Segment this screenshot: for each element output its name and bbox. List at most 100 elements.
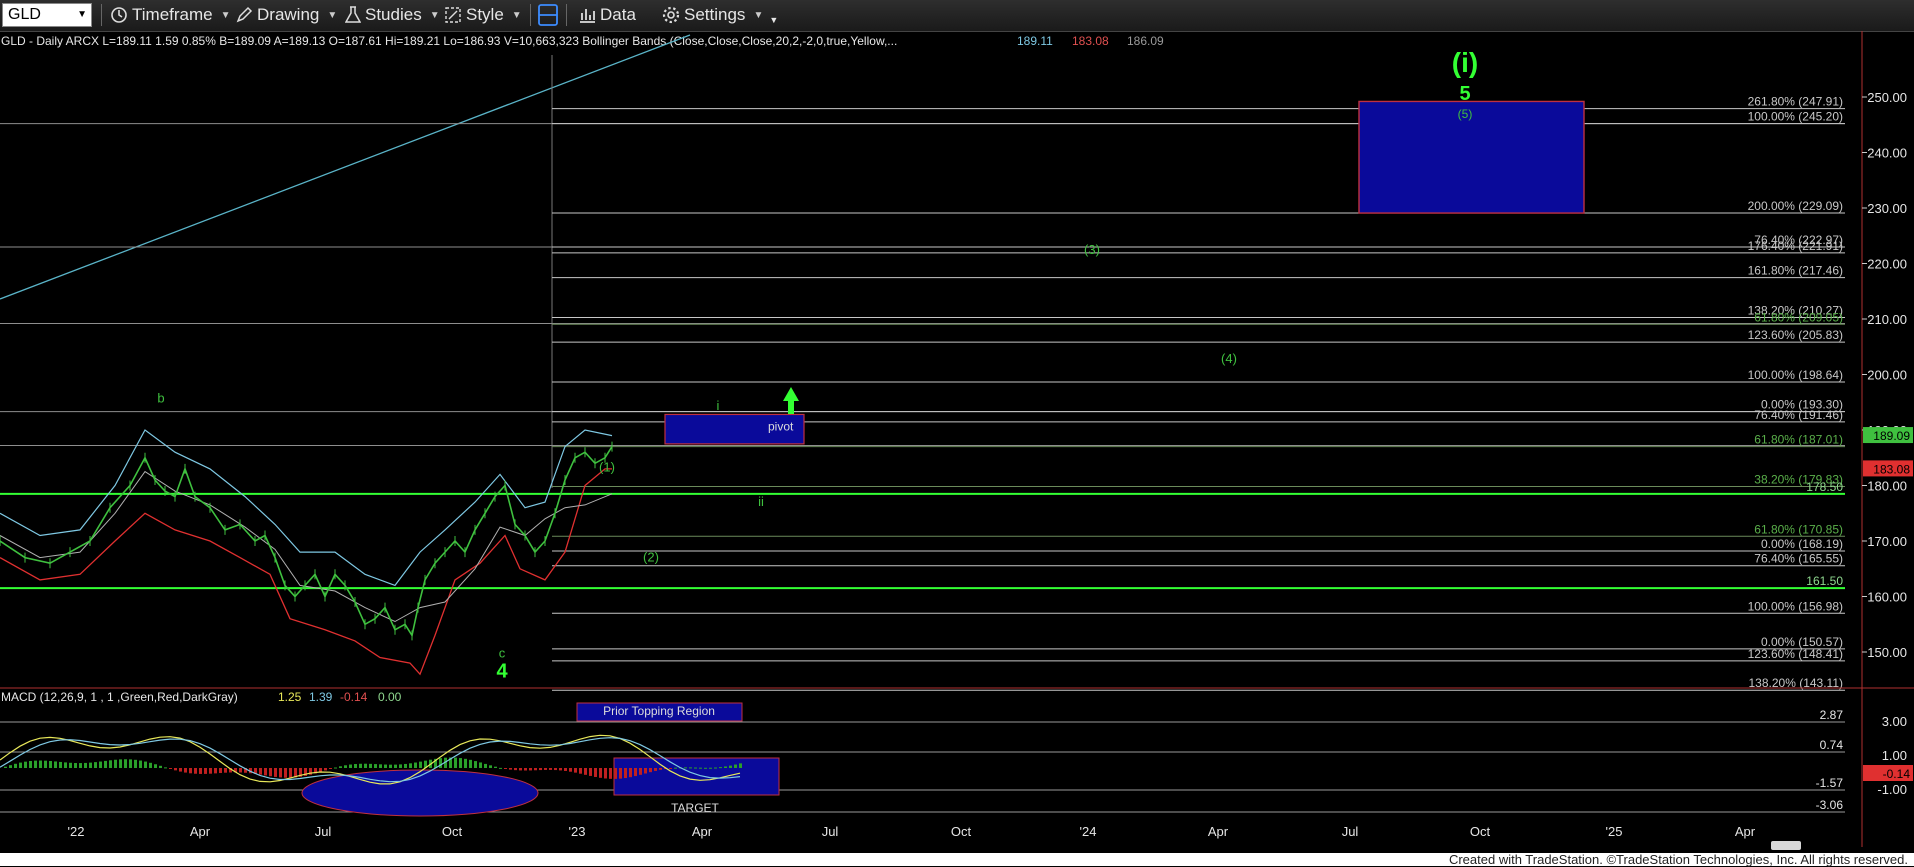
symbol-input[interactable]: GLD ▼	[2, 3, 92, 27]
wave-label: (1)	[599, 460, 615, 475]
data-button[interactable]: Data	[578, 3, 636, 27]
bb-value-text: 189.11	[1017, 34, 1053, 48]
fib-level-label: 261.80% (247.91)	[1748, 95, 1843, 109]
macd-histogram-bar	[499, 767, 502, 769]
symbol-info-text: GLD - Daily ARCX L=189.11 1.59 0.85% B=1…	[1, 34, 897, 48]
studies-button[interactable]: Studies ▼	[345, 3, 440, 27]
macd-histogram-bar	[624, 768, 627, 779]
wave-label: (5)	[1458, 107, 1473, 121]
macd-histogram-bar	[134, 759, 137, 768]
price-chart[interactable]: GLD - Daily ARCX L=189.11 1.59 0.85% B=1…	[0, 31, 1914, 853]
macd-histogram-bar	[669, 768, 672, 769]
style-button[interactable]: Style ▼	[444, 3, 522, 27]
macd-histogram-bar	[689, 767, 692, 769]
macd-histogram-bar	[554, 768, 557, 771]
macd-histogram-bar	[559, 768, 562, 771]
macd-level-label: 2.87	[1820, 708, 1844, 722]
macd-histogram-bar	[349, 764, 352, 768]
chart-toolbar: GLD ▼ Timeframe ▼ Drawing ▼ Studies ▼ St…	[0, 0, 1914, 32]
wave-label: (2)	[643, 550, 659, 565]
target-label: TARGET	[671, 801, 719, 815]
macd-histogram-bar	[379, 764, 382, 768]
x-tick-label: Apr	[1208, 824, 1229, 839]
macd-histogram-bar	[359, 763, 362, 768]
macd-level-label: -1.57	[1816, 776, 1844, 790]
macd-histogram-bar	[149, 762, 152, 768]
fib-level-label: 123.60% (205.83)	[1748, 328, 1843, 342]
macd-histogram-bar	[94, 762, 97, 768]
settings-button[interactable]: Settings ▼ ▼	[662, 3, 778, 27]
macd-histogram-bar	[739, 763, 742, 768]
macd-histogram-bar	[699, 767, 702, 769]
bollinger-lower-band	[0, 468, 612, 676]
drawing-button[interactable]: Drawing ▼	[235, 3, 337, 27]
macd-histogram-bar	[59, 761, 62, 768]
copyright-credit: Created with TradeStation. ©TradeStation…	[1448, 852, 1908, 867]
macd-histogram-bar	[29, 761, 32, 768]
x-tick-label: Apr	[692, 824, 713, 839]
macd-histogram-bar	[139, 760, 142, 768]
macd-histogram-bar	[289, 768, 292, 778]
macd-neg-tag-label: -0.14	[1883, 767, 1911, 781]
macd-histogram-bar	[674, 767, 677, 769]
macd-histogram-bar	[329, 768, 332, 769]
y-tick-label: 180.00	[1867, 479, 1907, 494]
price-series-line	[0, 446, 613, 638]
macd-histogram-bar	[414, 762, 417, 768]
macd-histogram-bar	[644, 768, 647, 774]
wave-label: (i)	[1452, 47, 1478, 78]
macd-histogram-bar	[269, 768, 272, 777]
pivot-label: pivot	[768, 420, 794, 434]
fib-level-label: 76.40% (191.46)	[1754, 408, 1843, 422]
macd-histogram-bar	[489, 765, 492, 768]
timeframe-button[interactable]: Timeframe ▼	[110, 3, 231, 27]
y-tick-label: 210.00	[1867, 312, 1907, 327]
macd-histogram-bar	[459, 758, 462, 768]
macd-histogram-bar	[19, 762, 22, 768]
macd-histogram-bar	[39, 760, 42, 768]
macd-histogram-bar	[14, 763, 17, 768]
target-macd-box[interactable]	[613, 757, 780, 796]
macd-histogram-bar	[199, 768, 202, 774]
trendline[interactable]	[0, 34, 691, 300]
macd-histogram-bar	[589, 768, 592, 776]
fib-level-label: 100.00% (245.20)	[1748, 110, 1843, 124]
fib-level-label: 61.80% (170.85)	[1754, 522, 1843, 536]
macd-histogram-bar	[604, 768, 607, 779]
macd-histogram-bar	[469, 759, 472, 768]
macd-histogram-bar	[629, 768, 632, 778]
wave-label: i	[717, 398, 720, 413]
wave-label: (3)	[1084, 242, 1100, 257]
y-tick-label: 170.00	[1867, 534, 1907, 549]
macd-histogram-bar	[639, 768, 642, 775]
y-tick-label: 250.00	[1867, 90, 1907, 105]
macd-histogram-bar	[364, 763, 367, 768]
support-level-label: 161.50	[1806, 574, 1843, 588]
macd-level-label: 0.74	[1820, 738, 1844, 752]
wave-label: c	[499, 646, 506, 661]
macd-histogram-bar	[374, 764, 377, 768]
panes-button[interactable]	[538, 3, 558, 27]
macd-histogram-bar	[384, 764, 387, 768]
toolbar-separator	[530, 4, 531, 26]
macd-histogram-bar	[494, 766, 497, 768]
macd-histogram-bar	[24, 761, 27, 768]
chevron-down-icon[interactable]: ▼	[77, 9, 87, 20]
macd-histogram-bar	[564, 768, 567, 771]
scrollbar-thumb[interactable]	[1771, 841, 1801, 850]
fib-level-label: 100.00% (156.98)	[1748, 599, 1843, 613]
macd-histogram-bar	[69, 762, 72, 768]
target-ellipse[interactable]	[301, 769, 539, 817]
macd-histogram-bar	[419, 761, 422, 768]
macd-histogram-bar	[579, 768, 582, 774]
macd-histogram-bar	[184, 768, 187, 773]
chevron-down-icon: ▼	[511, 9, 522, 21]
x-tick-label: Oct	[1470, 824, 1491, 839]
macd-histogram-bar	[569, 768, 572, 772]
macd-axis-label: 3.00	[1882, 714, 1907, 729]
macd-histogram-bar	[154, 764, 157, 768]
fib-level-label: 161.80% (217.46)	[1748, 264, 1843, 278]
more-icon: ▼	[769, 15, 779, 25]
macd-histogram-bar	[239, 768, 242, 773]
fib-level-label: 200.00% (229.09)	[1748, 199, 1843, 213]
